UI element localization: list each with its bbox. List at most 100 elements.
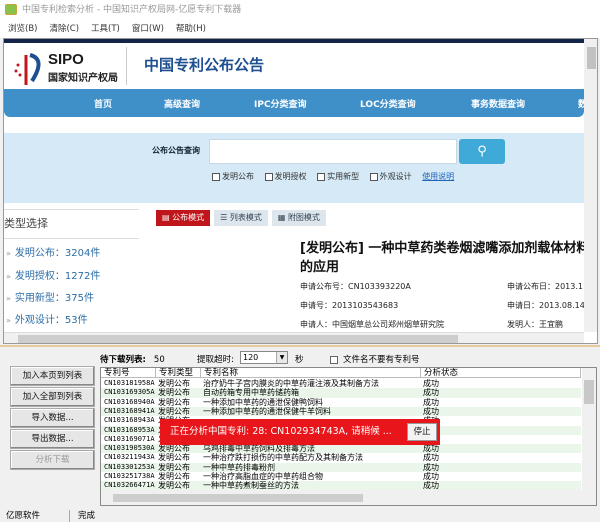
checkbox-invention-pub[interactable]: 发明公布 <box>212 172 254 181</box>
publish-mode-icon: ▤ <box>162 213 173 222</box>
help-link[interactable]: 使用说明 <box>422 172 454 181</box>
checkbox-design[interactable]: 外观设计 <box>369 172 412 181</box>
sipo-emblem-icon <box>14 53 41 85</box>
search-button[interactable]: ⚲ <box>459 139 505 164</box>
type-utility[interactable]: » 实用新型：375件 <box>6 289 94 304</box>
seconds-label: 秒 <box>295 355 304 365</box>
title-bar: 中国专利检索分析 - 中国知识产权局网-亿愿专利下载器 <box>0 0 600 20</box>
nav-affairs[interactable]: 事务数据查询 <box>471 97 525 110</box>
web-vertical-scrollbar[interactable] <box>584 39 597 332</box>
mode-image[interactable]: ▦ 附图模式 <box>271 210 326 226</box>
list-vertical-scroll-thumb[interactable] <box>584 380 594 404</box>
cell-type: 发明公布 <box>158 462 190 472</box>
type-checkboxes: 发明公布 发明授权 实用新型 外观设计 使用说明 <box>212 171 454 182</box>
checkbox-utility[interactable]: 实用新型 <box>317 172 359 181</box>
cell-number: CN103190530A <box>104 444 155 453</box>
cell-number: CN103169305A <box>104 388 155 397</box>
analyze-download-button[interactable]: 分析下载 <box>10 450 95 470</box>
chevron-down-icon[interactable]: ▼ <box>276 352 287 363</box>
list-icon: ☰ <box>220 213 230 222</box>
table-row[interactable]: CN103169305A 发明公布 自动药箱专用中草药储药箱 成功 <box>101 388 581 398</box>
type-invention-grant[interactable]: » 发明授权：1272件 <box>6 267 100 282</box>
cell-type: 发明公布 <box>158 397 190 407</box>
cell-type: 发明公布 <box>158 472 190 481</box>
type-invention-pub[interactable]: » 发明公布：3204件 <box>6 244 100 259</box>
cell-name: 乌鸡排毒中草药饲料及排毒方法 <box>203 444 315 454</box>
checkbox-label: 外观设计 <box>379 172 412 181</box>
column-header-number[interactable]: 专利号 <box>101 368 156 378</box>
web-horizontal-scroll-thumb[interactable] <box>18 335 458 343</box>
checkbox-label: 文件名不要有专利号 <box>343 355 420 365</box>
nav-ipc[interactable]: IPC分类查询 <box>254 97 307 110</box>
menu-tools[interactable]: 工具(T) <box>91 24 120 34</box>
table-row[interactable]: CN103190530A 发明公布 乌鸡排毒中草药饲料及排毒方法 成功 <box>101 444 581 454</box>
checkbox-label: 发明授权 <box>274 172 307 181</box>
cell-number: CN103168953A <box>104 425 155 434</box>
column-header-type[interactable]: 专利类型 <box>156 368 201 378</box>
table-row[interactable]: CN103168940A 发明公布 一种添加中草药的通泄保健鸭饲料 成功 <box>101 398 581 407</box>
mode-publish[interactable]: ▤ 公布模式 <box>156 210 211 226</box>
sipo-logo[interactable]: SIPO 国家知识产权局 <box>12 51 132 86</box>
stop-button[interactable]: 停止 <box>407 423 437 441</box>
site-title: 中国专利公布公告 <box>144 56 265 74</box>
nav-home[interactable]: 首页 <box>94 97 112 110</box>
table-row[interactable]: CN103168941A 发明公布 一种添加中草药的通泄保健牛羊饲料 成功 <box>101 406 581 417</box>
import-button[interactable]: 导入数据... <box>10 408 95 428</box>
column-header-status[interactable]: 分析状态 <box>421 368 581 378</box>
menu-window[interactable]: 窗口(W) <box>132 24 164 34</box>
cell-name: 一种添加中草药的通泄保健牛羊饲料 <box>203 406 331 416</box>
no-patent-number-checkbox[interactable]: 文件名不要有专利号 <box>330 353 420 365</box>
status-bar: 亿愿软件 完成 <box>0 510 600 522</box>
cell-status: 成功 <box>423 379 439 388</box>
list-horizontal-scroll-thumb[interactable] <box>113 494 363 502</box>
menu-bar: 浏览(B) 清除(C) 工具(T) 窗口(W) 帮助(H) <box>0 20 600 38</box>
nav-loc[interactable]: LOC分类查询 <box>360 97 416 110</box>
add-all-button[interactable]: 加入全部到列表 <box>10 387 95 407</box>
table-row[interactable]: CN103301253A 发明公布 一种中草药排毒粉剂 成功 <box>101 462 581 472</box>
cell-type: 发明公布 <box>158 388 190 398</box>
cell-number: CN103169071A <box>104 434 155 443</box>
web-vertical-scroll-thumb[interactable] <box>587 47 596 69</box>
cell-status: 成功 <box>423 462 439 472</box>
menu-clear[interactable]: 清除(C) <box>49 24 79 34</box>
export-button[interactable]: 导出数据... <box>10 429 95 449</box>
search-label: 公布公告查询 <box>152 146 200 155</box>
progress-overlay: 正在分析中国专利: 28: CN102934743A, 请稍候 ... <box>160 419 440 445</box>
cell-status: 成功 <box>423 453 439 463</box>
progress-message: 正在分析中国专利: 28: CN102934743A, 请稍候 ... <box>170 426 392 437</box>
grid-icon: ▦ <box>277 213 288 222</box>
timeout-value: 120 <box>243 353 259 362</box>
type-label: 实用新型：375件 <box>14 293 94 304</box>
chevron-icon: » <box>6 249 11 258</box>
mode-label: 列表模式 <box>229 213 262 222</box>
status-text: 完成 <box>78 511 96 521</box>
checkbox-invention-grant[interactable]: 发明授权 <box>264 172 307 181</box>
search-input[interactable] <box>209 139 457 164</box>
window-title: 中国专利检索分析 - 中国知识产权局网-亿愿专利下载器 <box>22 5 242 15</box>
timeout-select[interactable]: 120 ▼ <box>240 351 288 364</box>
type-design[interactable]: » 外观设计：53件 <box>6 311 88 326</box>
nav-advanced[interactable]: 高级查询 <box>164 97 200 110</box>
checkbox-label: 发明公布 <box>222 172 254 181</box>
cell-status: 成功 <box>423 406 439 416</box>
column-header-name[interactable]: 专利名称 <box>201 368 421 378</box>
patent-pub-date: 申请公布日：2013.1 <box>507 282 583 291</box>
add-page-button[interactable]: 加入本页到列表 <box>10 366 95 386</box>
cell-number: CN103251738A <box>104 472 155 480</box>
patent-title[interactable]: [发明公布] 一种中草药类卷烟滤嘴添加剂载体材料的应用 <box>300 239 590 277</box>
table-row[interactable]: CN103211943A 发明公布 一种治疗跌打损伤的中草药配方及其制备方法 成功 <box>101 453 581 462</box>
cell-name: 一种治疗高脂血症的中草药组合物 <box>203 472 323 481</box>
queue-label: 待下载列表: <box>100 355 146 365</box>
app-icon <box>5 4 17 15</box>
menu-help[interactable]: 帮助(H) <box>176 24 206 34</box>
table-row[interactable]: CN103251738A 发明公布 一种治疗高脂血症的中草药组合物 成功 <box>101 472 581 481</box>
mode-list[interactable]: ☰ 列表模式 <box>214 210 268 226</box>
cell-type: 发明公布 <box>158 379 190 388</box>
menu-browse[interactable]: 浏览(B) <box>8 24 37 34</box>
table-row[interactable]: CN103181958A 发明公布 治疗奶牛子宫内膜炎的中草药灌注液及其制备方法 成功 <box>101 379 581 388</box>
cell-number: CN103181958A <box>104 379 155 387</box>
chevron-icon: » <box>6 272 11 281</box>
cell-type: 发明公布 <box>158 406 190 416</box>
nav-bar: 首页 高级查询 IPC分类查询 LOC分类查询 事务数据查询 数 <box>4 89 587 117</box>
cell-name: 一种添加中草药的通泄保健鸭饲料 <box>203 397 323 407</box>
